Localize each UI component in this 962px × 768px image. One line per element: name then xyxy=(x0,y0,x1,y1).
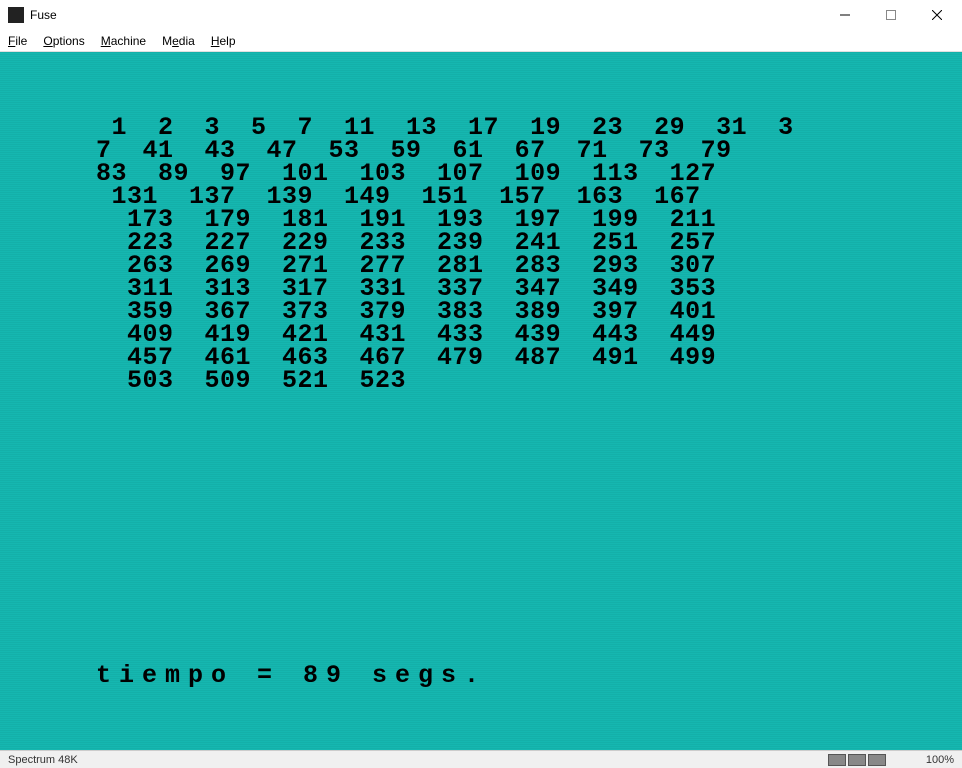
maximize-button[interactable] xyxy=(868,0,914,30)
menu-file[interactable]: File xyxy=(8,34,27,48)
menu-options[interactable]: Options xyxy=(43,34,84,48)
close-icon xyxy=(932,10,942,20)
maximize-icon xyxy=(886,10,896,20)
window-controls xyxy=(822,0,960,30)
status-machine: Spectrum 48K xyxy=(8,754,828,766)
minimize-icon xyxy=(840,10,850,20)
emulator-screen: 1 2 3 5 7 11 13 17 19 23 29 31 3 7 41 43… xyxy=(0,52,962,750)
status-bar: Spectrum 48K 100% xyxy=(0,750,962,768)
mic-icon xyxy=(868,754,886,766)
status-icons xyxy=(828,754,886,766)
disk-icon xyxy=(828,754,846,766)
prime-output: 1 2 3 5 7 11 13 17 19 23 29 31 3 7 41 43… xyxy=(96,116,962,392)
close-button[interactable] xyxy=(914,0,960,30)
minimize-button[interactable] xyxy=(822,0,868,30)
menu-media[interactable]: Media xyxy=(162,34,195,48)
menu-help[interactable]: Help xyxy=(211,34,236,48)
status-speed: 100% xyxy=(926,754,954,766)
app-icon xyxy=(8,7,24,23)
tape-icon xyxy=(848,754,866,766)
menu-machine[interactable]: Machine xyxy=(101,34,146,48)
timing-output: tiempo = 89 segs. xyxy=(96,661,487,690)
window-titlebar: Fuse xyxy=(0,0,962,30)
menu-bar: File Options Machine Media Help xyxy=(0,30,962,52)
window-title: Fuse xyxy=(30,8,822,22)
